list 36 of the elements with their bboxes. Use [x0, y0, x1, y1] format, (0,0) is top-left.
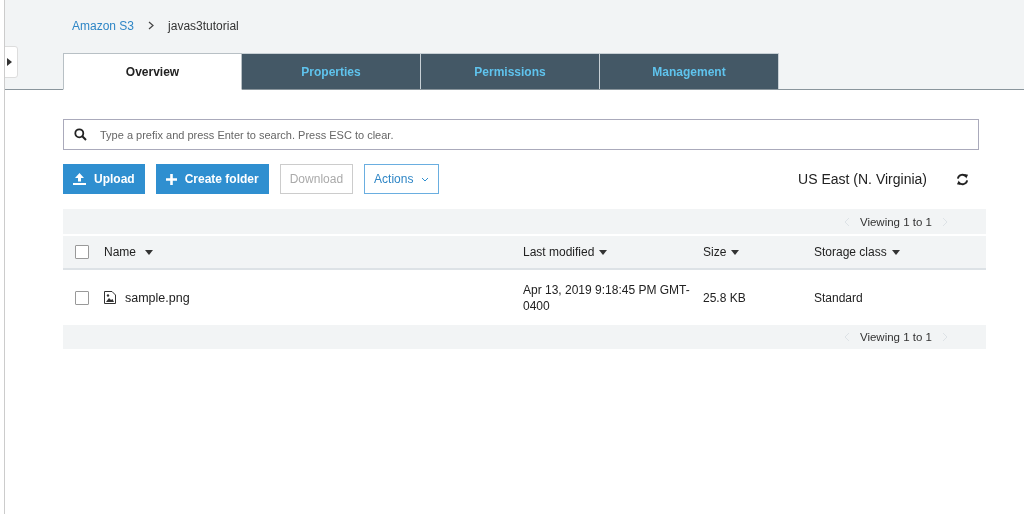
row-checkbox[interactable]: [75, 290, 89, 305]
pagination-text: Viewing 1 to 1: [859, 331, 932, 343]
region-label: US East (N. Virginia): [798, 171, 927, 187]
search-field[interactable]: Type a prefix and press Enter to search. Press ESC to clear.: [63, 119, 979, 150]
tab[interactable]: Overview: [63, 53, 242, 90]
refresh-icon[interactable]: [956, 172, 969, 186]
column-header[interactable]: Last modified: [523, 245, 595, 259]
plus-icon: [165, 173, 177, 185]
search-icon: [74, 128, 87, 141]
tab[interactable]: Properties: [242, 53, 421, 89]
caret-icon: [421, 176, 430, 182]
upload-icon: [73, 173, 86, 185]
table-cell: 25.8 KB: [703, 289, 746, 306]
breadcrumb-current: javas3tutorial: [168, 18, 239, 33]
file-name-link[interactable]: sample.png: [125, 289, 190, 306]
tab[interactable]: Management: [600, 53, 779, 89]
expand-icon: [6, 58, 12, 66]
image-file-icon: [104, 291, 116, 304]
table-cell: Standard: [814, 289, 863, 306]
breadcrumb-link[interactable]: Amazon S3: [72, 18, 135, 33]
column-header[interactable]: Size: [703, 245, 727, 259]
sort-caret-icon[interactable]: [891, 249, 900, 255]
chevron-icon: [148, 21, 155, 30]
toolbar-button[interactable]: Upload: [63, 164, 145, 194]
sort-caret-icon[interactable]: [145, 249, 153, 255]
column-header[interactable]: Storage class: [814, 245, 887, 259]
pagination-text: Viewing 1 to 1: [859, 215, 932, 228]
toolbar-button[interactable]: Create folder: [155, 164, 269, 194]
tab[interactable]: Permissions: [421, 53, 600, 89]
sort-caret-icon[interactable]: [599, 249, 608, 255]
sort-caret-icon[interactable]: [731, 249, 740, 255]
toolbar-button[interactable]: Actions: [364, 164, 440, 194]
column-header[interactable]: Name: [104, 245, 136, 259]
table-cell-text: Apr 13, 2019 9:18:45 PM GMT-0400: [523, 281, 691, 314]
sidebar-toggle[interactable]: [5, 46, 18, 78]
select-all-checkbox[interactable]: [75, 245, 89, 259]
